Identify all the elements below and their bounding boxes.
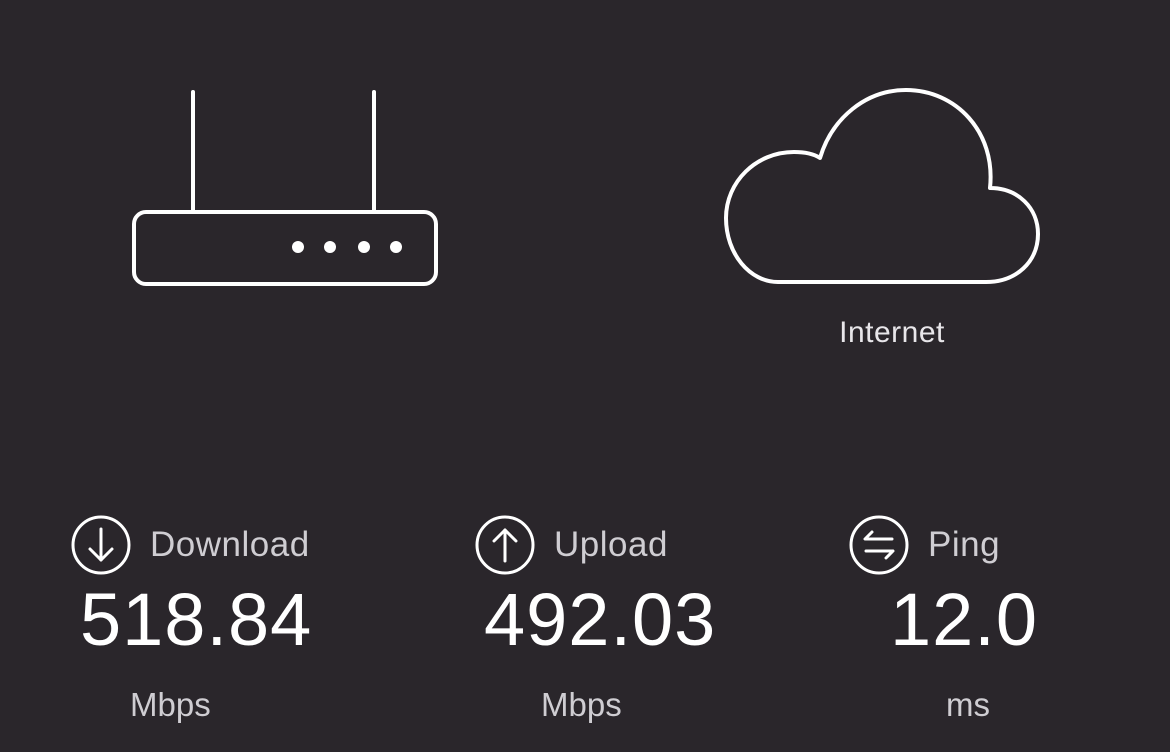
- download-label: Download: [150, 525, 310, 564]
- download-unit: Mbps: [130, 686, 211, 723]
- upload-unit: Mbps: [541, 686, 622, 723]
- ping-label: Ping: [928, 525, 1001, 564]
- download-metric: Download 518.84: [70, 512, 410, 742]
- arrow-down-circle-icon: [71, 515, 131, 575]
- router-icon: [132, 90, 438, 286]
- cloud-icon: [724, 88, 1040, 284]
- ping-value: 12.0: [890, 578, 1039, 661]
- ping-unit: ms: [946, 686, 990, 723]
- arrow-up-circle-icon: [475, 515, 535, 575]
- upload-label: Upload: [554, 525, 668, 564]
- internet-label: Internet: [839, 316, 945, 349]
- ping-metric: Ping 12.0: [848, 512, 1170, 742]
- arrows-swap-circle-icon: [849, 515, 909, 575]
- ping-header: Ping: [848, 512, 1000, 578]
- download-header: Download: [70, 512, 310, 578]
- upload-value: 492.03: [484, 578, 717, 661]
- upload-header: Upload: [474, 512, 668, 578]
- download-value: 518.84: [80, 578, 313, 661]
- upload-metric: Upload 492.03: [474, 512, 814, 742]
